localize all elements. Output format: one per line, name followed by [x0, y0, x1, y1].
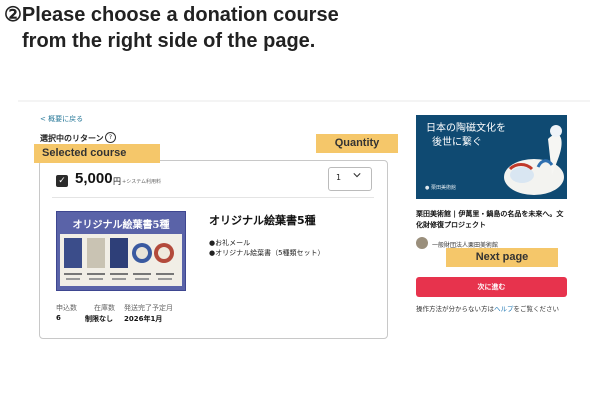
help-text: 操作方法が分からない方はヘルプをご覧ください: [416, 303, 559, 313]
next-button[interactable]: 次に進む: [416, 277, 567, 297]
stock-value: 制限なし: [85, 315, 113, 323]
price-unit: 円: [113, 177, 121, 186]
applications-value: 6: [56, 314, 61, 322]
stock-label: 在庫数: [94, 304, 115, 312]
price-note: +システム利用料: [122, 179, 162, 185]
selected-course-callout: Selected course: [34, 144, 160, 163]
back-to-overview-link[interactable]: < 概要に戻る: [40, 114, 83, 124]
quantity-callout: Quantity: [316, 134, 398, 153]
course-item: ●オリジナル絵葉書（5種類セット）: [209, 249, 325, 257]
project-title[interactable]: 栗田美術館 | 伊萬里・鍋島の名品を未来へ。文化財修復プロジェクト: [416, 209, 568, 231]
avatar: [416, 237, 428, 249]
card-divider: [52, 197, 374, 198]
project-hero-image: 日本の陶磁文化を 後世に繋ぐ ● 栗田美術館: [416, 115, 567, 199]
selected-return-heading: 選択中のリターン: [40, 134, 104, 143]
checkbox-icon[interactable]: ✓: [56, 175, 68, 187]
course-thumbnail: オリジナル絵葉書5種: [56, 211, 186, 291]
hero-caption-line-2: 後世に繋ぐ: [432, 137, 482, 148]
delivery-label: 発送完了予定月: [124, 304, 173, 312]
help-icon[interactable]: ?: [105, 132, 116, 143]
hero-caption-line-1: 日本の陶磁文化を: [426, 123, 506, 134]
next-page-callout: Next page: [446, 248, 558, 267]
quantity-select[interactable]: [328, 167, 372, 191]
delivery-value: 2026年1月: [124, 315, 163, 323]
hero-caption: 日本の陶磁文化を 後世に繋ぐ: [426, 122, 506, 150]
help-link[interactable]: ヘルプ: [494, 305, 514, 313]
thumbnail-postcards: [60, 234, 182, 286]
applications-label: 申込数: [56, 304, 77, 312]
instruction-line-2: from the right side of the page.: [22, 30, 316, 52]
hero-credit: ● 栗田美術館: [425, 185, 456, 191]
help-prefix: 操作方法が分からない方は: [416, 305, 494, 313]
course-item: ●お礼メール: [209, 239, 251, 247]
course-title: オリジナル絵葉書5種: [209, 214, 316, 227]
help-suffix: をご覧ください: [513, 305, 560, 313]
thumbnail-title: オリジナル絵葉書5種: [72, 220, 170, 231]
chevron-down-icon: [353, 173, 361, 178]
quantity-value: 1: [336, 173, 342, 182]
porcelain-figure: [504, 125, 564, 195]
course-price: 5,000: [75, 170, 113, 187]
instruction-line-1: ②Please choose a donation course: [4, 4, 339, 26]
postcard-artwork: [64, 238, 174, 280]
